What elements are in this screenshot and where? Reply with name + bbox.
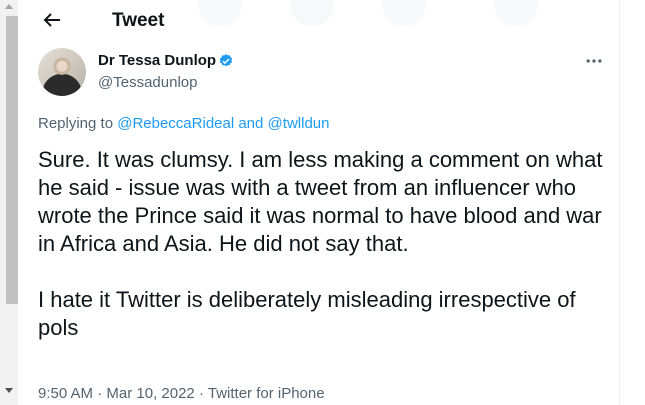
tweet-text: Sure. It was clumsy. I am less making a … [38, 146, 608, 342]
mention-connector: and [238, 115, 264, 132]
overlay-shadow [494, 0, 538, 26]
overlay-shadow [290, 0, 334, 26]
replying-to-label: Replying to [38, 115, 114, 132]
overlay-shadow [382, 0, 426, 26]
avatar[interactable] [38, 48, 86, 96]
replying-to: Replying to @RebeccaRideal and @twlldun [38, 115, 329, 132]
mention-link[interactable]: @twlldun [268, 115, 330, 132]
tweet-paragraph: I hate it Twitter is deliberately mislea… [38, 287, 576, 340]
meta-separator: · [97, 385, 103, 402]
page-scrollbar[interactable] [0, 0, 18, 405]
overlay-shadow [198, 0, 242, 26]
scroll-up-icon[interactable] [5, 4, 13, 9]
more-options-icon[interactable] [584, 51, 604, 71]
author-display-name[interactable]: Dr Tessa Dunlop [98, 52, 216, 69]
tweet-header: Tweet [18, 0, 618, 40]
arrow-left-icon[interactable] [40, 8, 64, 32]
verified-badge-icon [219, 54, 233, 67]
tweet-source[interactable]: Twitter for iPhone [208, 385, 325, 402]
tweet-paragraph: Sure. It was clumsy. I am less making a … [38, 147, 603, 256]
tweet-date[interactable]: Mar 10, 2022 [106, 385, 194, 402]
author-handle[interactable]: @Tessadunlop [98, 74, 197, 91]
mention-link[interactable]: @RebeccaRideal [117, 115, 234, 132]
scrollbar-thumb[interactable] [6, 16, 18, 304]
tweet-time[interactable]: 9:50 AM [38, 385, 93, 402]
meta-separator: · [198, 385, 204, 402]
scroll-down-icon[interactable] [5, 388, 13, 393]
tweet-metadata: 9:50 AM · Mar 10, 2022 · Twitter for iPh… [38, 385, 325, 402]
page-title: Tweet [112, 10, 165, 31]
column-divider [619, 0, 620, 405]
